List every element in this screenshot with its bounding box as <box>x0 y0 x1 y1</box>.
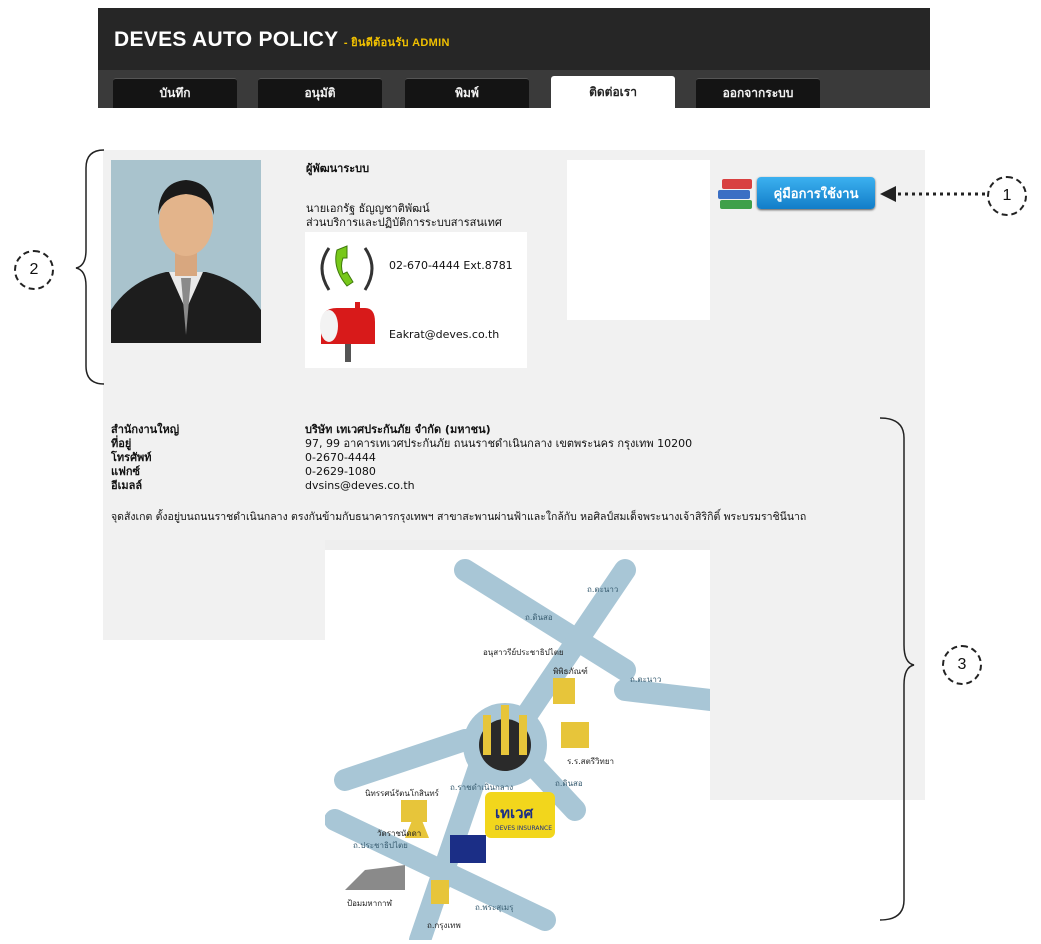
callout-2: 2 <box>14 250 54 290</box>
brace-admin <box>75 149 105 385</box>
brace-office <box>879 417 915 921</box>
callout-1: 1 <box>987 176 1027 216</box>
arrow-head <box>880 186 896 202</box>
callout-3: 3 <box>942 645 982 685</box>
annotation-layer <box>75 149 985 921</box>
